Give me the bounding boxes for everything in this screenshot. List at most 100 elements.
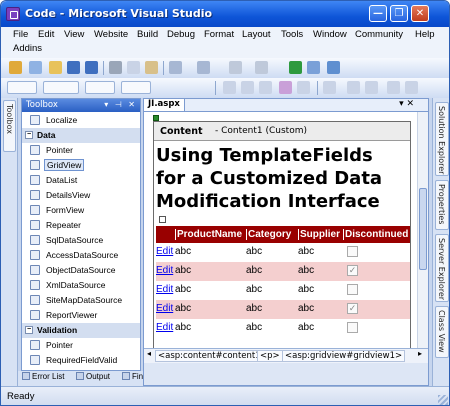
tag-p[interactable]: <p>: [257, 350, 283, 362]
gridview-smart-tag-icon[interactable]: [159, 216, 166, 223]
tab-output[interactable]: Output: [76, 372, 110, 385]
copy-icon[interactable]: [127, 61, 140, 74]
menu-build[interactable]: Build: [137, 29, 158, 40]
menu-view[interactable]: View: [64, 29, 84, 40]
toolbox-item[interactable]: AccessDataSource: [22, 248, 140, 263]
tag-nav-right-icon[interactable]: ▸: [418, 349, 422, 358]
font-name-dropdown[interactable]: [43, 81, 79, 94]
solution-explorer-icon[interactable]: [327, 61, 340, 74]
block-format-dropdown[interactable]: [121, 81, 151, 94]
toolbox-group[interactable]: − Validation: [22, 323, 140, 338]
toolbox-item[interactable]: Localize: [22, 113, 140, 128]
fore-color-icon[interactable]: [279, 81, 292, 94]
toolbox-window-controls[interactable]: ▾ ⊣ ✕: [104, 100, 137, 109]
title-bar[interactable]: Code - Microsoft Visual Studio — ❐ ✕: [1, 1, 449, 27]
start-debugging-icon[interactable]: [289, 61, 302, 74]
menu-community[interactable]: Community: [355, 29, 403, 40]
underline-icon[interactable]: [259, 81, 272, 94]
menu-layout[interactable]: Layout: [242, 29, 271, 40]
font-size-dropdown[interactable]: [85, 81, 115, 94]
tab-solution-explorer[interactable]: Solution Explorer: [435, 102, 449, 176]
edit-link[interactable]: Edit: [156, 303, 173, 314]
toolbox-item[interactable]: DetailsView: [22, 188, 140, 203]
toolbox-item[interactable]: Pointer: [22, 338, 140, 353]
outdent-icon[interactable]: [387, 81, 400, 94]
menu-window[interactable]: Window: [313, 29, 347, 40]
grid-cell: abc: [175, 265, 192, 276]
minimize-button[interactable]: —: [369, 5, 387, 22]
heading-line: for a Customized Data: [156, 168, 383, 189]
menu-website[interactable]: Website: [94, 29, 128, 40]
resize-grip-icon[interactable]: [438, 395, 448, 405]
toolbox-group[interactable]: − Data: [22, 128, 140, 143]
bulleted-list-icon[interactable]: [365, 81, 378, 94]
toolbox-item[interactable]: ReportViewer: [22, 308, 140, 323]
tag-gridview[interactable]: <asp:gridview#gridview1>: [282, 350, 406, 362]
highlight-icon[interactable]: [297, 81, 310, 94]
navigate-back-icon[interactable]: [229, 61, 242, 74]
content-control[interactable]: Content - Content1 (Custom) Using Templa…: [153, 115, 412, 348]
justify-icon[interactable]: [323, 81, 336, 94]
italic-icon[interactable]: [241, 81, 254, 94]
toolbox-item[interactable]: SiteMapDataSource: [22, 293, 140, 308]
collapse-icon[interactable]: −: [25, 131, 33, 139]
save-all-icon[interactable]: [85, 61, 98, 74]
toolbox-item[interactable]: Repeater: [22, 218, 140, 233]
toolbox-item[interactable]: XmlDataSource: [22, 278, 140, 293]
tag-nav-left-icon[interactable]: ◂: [147, 349, 151, 358]
tab-error-list[interactable]: Error List: [22, 372, 64, 385]
menu-file[interactable]: File: [13, 29, 28, 40]
discontinued-checkbox[interactable]: [347, 322, 358, 333]
menu-format[interactable]: Format: [204, 29, 234, 40]
new-project-icon[interactable]: [9, 61, 22, 74]
toolbox-item[interactable]: RequiredFieldValid: [22, 353, 140, 368]
toolbox-item[interactable]: FormView: [22, 203, 140, 218]
indent-icon[interactable]: [405, 81, 418, 94]
tag-content[interactable]: <asp:content#content1>: [155, 350, 271, 362]
menu-edit[interactable]: Edit: [38, 29, 54, 40]
edit-link[interactable]: Edit: [156, 284, 173, 295]
toolbox-item[interactable]: ObjectDataSource: [22, 263, 140, 278]
cut-icon[interactable]: [109, 61, 122, 74]
undo-icon[interactable]: [169, 61, 182, 74]
bold-icon[interactable]: [223, 81, 236, 94]
save-icon[interactable]: [67, 61, 80, 74]
vertical-scrollbar[interactable]: [417, 112, 428, 348]
discontinued-checkbox[interactable]: [347, 284, 358, 295]
navigate-forward-icon[interactable]: [255, 61, 268, 74]
tab-server-explorer[interactable]: Server Explorer: [435, 234, 449, 302]
numbered-list-icon[interactable]: [347, 81, 360, 94]
edit-link[interactable]: Edit: [156, 246, 173, 257]
page-heading[interactable]: Using TemplateFields for a Customized Da…: [156, 144, 412, 213]
edit-link[interactable]: Edit: [156, 265, 173, 276]
document-tab[interactable]: JI.aspx: [144, 99, 185, 111]
open-icon[interactable]: [49, 61, 62, 74]
paste-icon[interactable]: [145, 61, 158, 74]
toolbox-header[interactable]: Toolbox ▾ ⊣ ✕: [22, 99, 140, 112]
restore-button[interactable]: ❐: [390, 5, 408, 22]
tab-class-view[interactable]: Class View: [435, 306, 449, 358]
menu-debug[interactable]: Debug: [167, 29, 195, 40]
tab-properties[interactable]: Properties: [435, 180, 449, 230]
add-item-icon[interactable]: [29, 61, 42, 74]
close-button[interactable]: ✕: [411, 5, 429, 22]
collapse-icon[interactable]: −: [25, 326, 33, 334]
menu-addins[interactable]: Addins: [13, 43, 42, 54]
find-icon[interactable]: [307, 61, 320, 74]
toolbox-rail-tab[interactable]: Toolbox: [3, 100, 16, 152]
style-dropdown[interactable]: [7, 81, 37, 94]
edit-link[interactable]: Edit: [156, 322, 173, 333]
toolbox-item[interactable]: GridView: [22, 158, 140, 173]
toolbox-item[interactable]: Pointer: [22, 143, 140, 158]
scrollbar-thumb[interactable]: [419, 188, 427, 270]
menu-tools[interactable]: Tools: [281, 29, 303, 40]
discontinued-checkbox[interactable]: ✓: [347, 265, 358, 276]
discontinued-checkbox[interactable]: ✓: [347, 303, 358, 314]
toolbox-item[interactable]: SqlDataSource: [22, 233, 140, 248]
design-surface[interactable]: Content - Content1 (Custom) Using Templa…: [144, 112, 417, 348]
toolbox-item[interactable]: DataList: [22, 173, 140, 188]
menu-help[interactable]: Help: [415, 29, 435, 40]
document-close-icon[interactable]: ▾ ✕: [399, 99, 414, 109]
discontinued-checkbox[interactable]: [347, 246, 358, 257]
redo-icon[interactable]: [197, 61, 210, 74]
